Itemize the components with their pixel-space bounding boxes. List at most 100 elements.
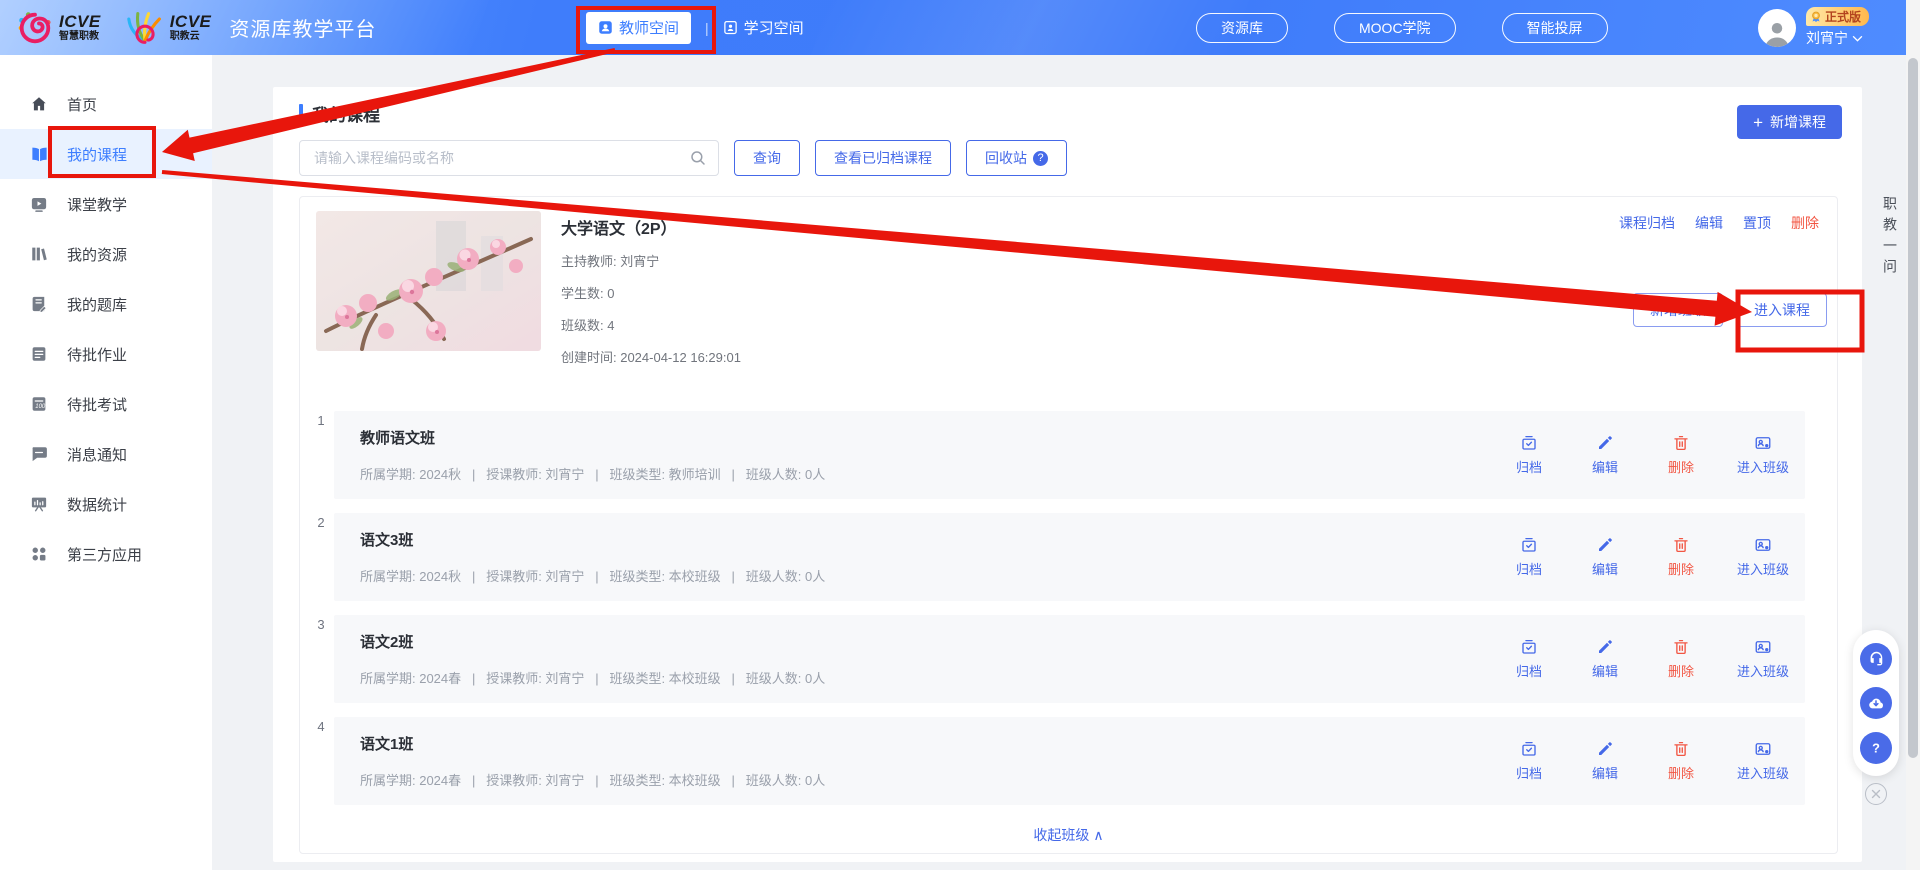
sidebar-item-data-statistics[interactable]: 数据统计	[0, 479, 212, 529]
sidebar-item-my-resources[interactable]: 我的资源	[0, 229, 212, 279]
sidebar-item-pending-homework[interactable]: 待批作业	[0, 329, 212, 379]
enter-class-label: 进入班级	[1737, 661, 1789, 680]
course-archive-link[interactable]: 课程归档	[1619, 213, 1675, 233]
logo-sub: 职教云	[170, 32, 212, 42]
class-row-box: 教师语文班 所属学期: 2024秋 | 授课教师: 刘宵宁 | 班级类型: 教师…	[334, 411, 1805, 499]
sidebar-item-home[interactable]: 首页	[0, 79, 212, 129]
enter-class-label: 进入班级	[1737, 457, 1789, 476]
close-widget-button[interactable]	[1865, 783, 1887, 805]
class-archive-action[interactable]: 归档	[1509, 536, 1549, 578]
class-delete-action[interactable]: 删除	[1661, 536, 1701, 578]
class-archive-action[interactable]: 归档	[1509, 740, 1549, 782]
user-name-label: 刘宵宁	[1806, 28, 1848, 48]
page-title: 我的课程	[312, 101, 380, 126]
class-actions: 归档 编辑 删除 进入	[1509, 536, 1789, 578]
class-edit-action[interactable]: 编辑	[1585, 434, 1625, 476]
class-actions: 归档 编辑 删除 进入	[1509, 434, 1789, 476]
course-pin-link[interactable]: 置顶	[1743, 213, 1771, 233]
title-accent-bar	[299, 104, 303, 122]
row-index: 2	[308, 513, 334, 601]
stats-board-icon	[29, 494, 49, 514]
search-icon[interactable]	[689, 149, 707, 167]
icve-zhihui-logo: ICVE 智慧职教	[16, 9, 101, 47]
enter-class-action[interactable]: 进入班级	[1737, 740, 1789, 782]
customer-service-button[interactable]	[1860, 643, 1892, 675]
class-edit-label: 编辑	[1592, 559, 1618, 578]
license-badge: 正式版	[1806, 7, 1869, 26]
archive-box-icon	[1520, 638, 1538, 656]
zhijiao-yiwen-tab[interactable]: 职教一问	[1880, 196, 1900, 280]
class-edit-action[interactable]: 编辑	[1585, 638, 1625, 680]
course-info: 大学语文（2P） 主持教师: 刘宵宁 学生数: 0 班级数: 4 创建时间: 2…	[561, 211, 741, 379]
class-row: 2 语文3班 所属学期: 2024秋 | 授课教师: 刘宵宁 | 班级类型: 本…	[308, 513, 1805, 601]
download-button[interactable]	[1860, 687, 1892, 719]
archive-box-icon	[1520, 536, 1538, 554]
course-buttons: 新增班级 进入课程	[1633, 293, 1827, 327]
chevron-up-icon: ∧	[1093, 827, 1103, 843]
enter-course-button[interactable]: 进入课程	[1737, 293, 1827, 327]
sidebar-item-my-question-bank[interactable]: 我的题库	[0, 279, 212, 329]
course-host-teacher: 主持教师: 刘宵宁	[561, 251, 741, 270]
blossom-photo	[316, 211, 541, 351]
svg-text:100: 100	[35, 404, 46, 410]
course-title: 大学语文（2P）	[561, 215, 741, 239]
sidebar-item-pending-exams[interactable]: 100 待批考试	[0, 379, 212, 429]
header-user[interactable]: 正式版 刘宵宁	[1758, 0, 1869, 55]
chat-bubble-icon	[29, 444, 49, 464]
sidebar-item-label: 第三方应用	[67, 544, 142, 565]
sidebar-item-my-courses[interactable]: 我的课程	[0, 129, 212, 179]
nav-teacher-space[interactable]: 教师空间	[586, 12, 691, 44]
teacher-space-icon	[598, 20, 613, 35]
collapse-classes-link[interactable]: 收起班级 ∧	[1033, 827, 1103, 843]
query-button[interactable]: 查询	[734, 140, 800, 176]
scrollbar-track[interactable]	[1906, 0, 1920, 870]
header-pills: 资源库 MOOC学院 智能投屏	[1196, 0, 1608, 55]
recycle-bin-button[interactable]: 回收站 ?	[966, 140, 1067, 176]
class-archive-action[interactable]: 归档	[1509, 434, 1549, 476]
class-actions: 归档 编辑 删除 进入	[1509, 740, 1789, 782]
home-icon	[29, 94, 49, 114]
class-delete-action[interactable]: 删除	[1661, 638, 1701, 680]
trash-icon	[1672, 740, 1690, 758]
enter-class-action[interactable]: 进入班级	[1737, 536, 1789, 578]
class-delete-label: 删除	[1668, 457, 1694, 476]
course-delete-link[interactable]: 删除	[1791, 213, 1819, 233]
pill-resource-library[interactable]: 资源库	[1196, 13, 1288, 43]
icve-zhijiaoyun-logo: ICVE 职教云	[125, 10, 212, 46]
sidebar-item-classroom-teaching[interactable]: 课堂教学	[0, 179, 212, 229]
help-icon[interactable]: ?	[1033, 151, 1048, 166]
pencil-icon	[1596, 434, 1614, 452]
pill-smart-cast[interactable]: 智能投屏	[1502, 13, 1608, 43]
class-edit-label: 编辑	[1592, 457, 1618, 476]
class-archive-label: 归档	[1516, 559, 1542, 578]
class-delete-label: 删除	[1668, 559, 1694, 578]
view-archived-courses-button[interactable]: 查看已归档课程	[815, 140, 951, 176]
add-class-button[interactable]: 新增班级	[1633, 293, 1723, 327]
sidebar-item-message-notifications[interactable]: 消息通知	[0, 429, 212, 479]
row-index: 4	[308, 717, 334, 805]
enter-class-action[interactable]: 进入班级	[1737, 638, 1789, 680]
logo-brand: ICVE	[59, 13, 101, 30]
plus-icon: +	[1753, 114, 1763, 131]
avatar[interactable]	[1758, 9, 1796, 47]
class-archive-action[interactable]: 归档	[1509, 638, 1549, 680]
archive-box-icon	[1520, 740, 1538, 758]
question-mark-icon: ?	[1867, 739, 1885, 757]
books-icon	[29, 244, 49, 264]
nav-divider: |	[705, 20, 709, 36]
course-edit-link[interactable]: 编辑	[1695, 213, 1723, 233]
class-edit-action[interactable]: 编辑	[1585, 536, 1625, 578]
search-input[interactable]	[299, 140, 719, 176]
pencil-icon	[1596, 740, 1614, 758]
sidebar-item-third-party-apps[interactable]: 第三方应用	[0, 529, 212, 579]
scrollbar-thumb[interactable]	[1908, 58, 1918, 758]
pill-mooc-academy[interactable]: MOOC学院	[1334, 13, 1456, 43]
class-edit-action[interactable]: 编辑	[1585, 740, 1625, 782]
class-delete-action[interactable]: 删除	[1661, 740, 1701, 782]
class-delete-action[interactable]: 删除	[1661, 434, 1701, 476]
enter-class-action[interactable]: 进入班级	[1737, 434, 1789, 476]
user-menu[interactable]: 刘宵宁	[1806, 28, 1863, 48]
nav-learning-space[interactable]: 学习空间	[723, 17, 804, 38]
help-button[interactable]: ?	[1860, 732, 1892, 764]
add-course-button[interactable]: + 新增课程	[1737, 105, 1842, 139]
